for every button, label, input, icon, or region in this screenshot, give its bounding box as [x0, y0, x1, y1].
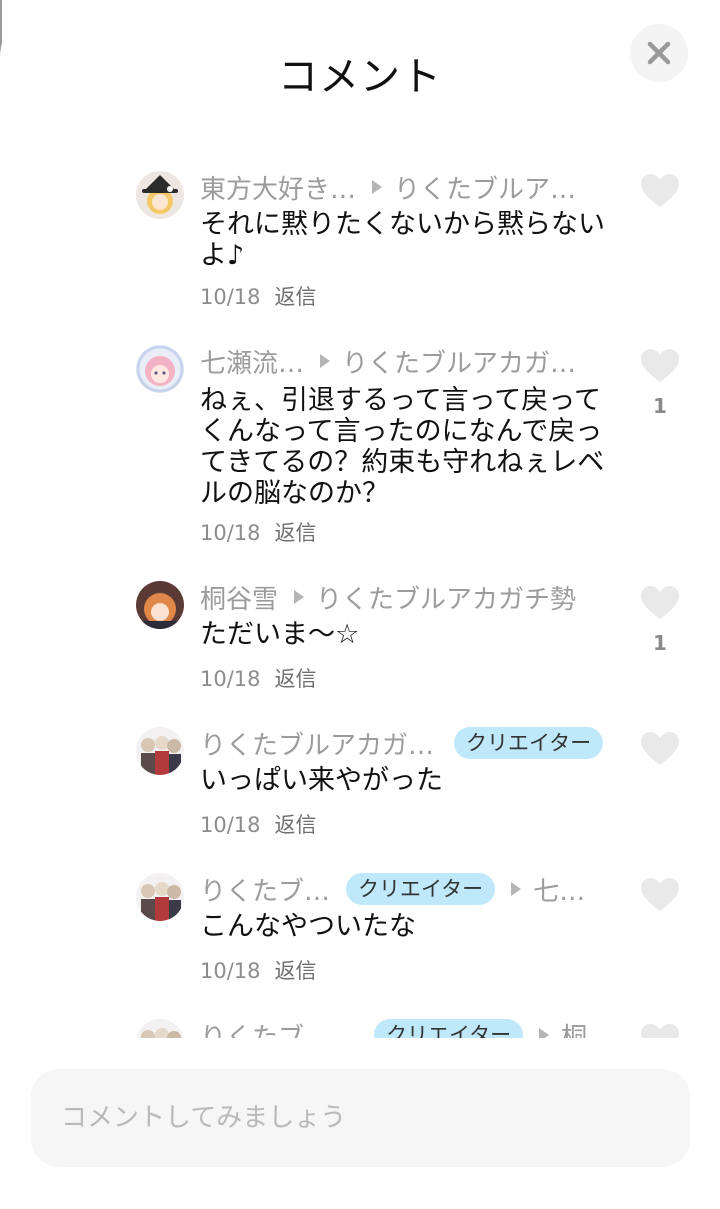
play-arrow-icon — [539, 1028, 550, 1038]
comment-input[interactable] — [31, 1069, 690, 1167]
like-button[interactable] — [640, 348, 680, 384]
comment-date: 10/18 — [200, 285, 261, 309]
comment-date: 10/18 — [200, 521, 261, 545]
comment-footer: 10/18 返信 — [200, 664, 317, 694]
like-button[interactable] — [640, 1023, 680, 1038]
author-name[interactable]: 東方大好き… — [200, 169, 356, 206]
play-arrow-icon — [372, 180, 383, 194]
comment-footer: 10/18 返信 — [200, 956, 317, 986]
avatar-group-art-image — [136, 727, 184, 775]
reply-to-name[interactable]: りくたブルアカガ… — [342, 343, 576, 380]
comment-date: 10/18 — [200, 959, 261, 983]
reply-button[interactable]: 返信 — [275, 959, 317, 983]
heart-icon — [641, 1024, 679, 1038]
sheet-title: コメント — [278, 54, 442, 100]
comment-meta: 東方大好き… りくたブルア… — [200, 167, 576, 207]
creator-badge: クリエイター — [346, 873, 496, 905]
comment-footer: 10/18 返信 — [200, 518, 317, 548]
author-name[interactable]: 七瀬流… — [200, 343, 304, 380]
heart-icon — [641, 586, 679, 619]
like-count: 1 — [653, 394, 667, 418]
author-name[interactable]: りくたブルアカガ… — [200, 725, 434, 762]
comment-input-box[interactable] — [31, 1069, 690, 1167]
avatar-orange-hair-image — [136, 581, 184, 629]
avatar-blonde-witch-image — [136, 171, 184, 219]
comment-footer: 10/18 返信 — [200, 810, 317, 840]
play-arrow-icon — [294, 590, 305, 604]
reply-to-name[interactable]: 七… — [533, 871, 585, 908]
author-name[interactable]: 桐谷雪 — [200, 579, 278, 616]
heart-icon — [641, 732, 679, 765]
comment-meta: 七瀬流… りくたブルアカガ… — [200, 341, 576, 381]
reply-button[interactable]: 返信 — [275, 667, 317, 691]
author-name[interactable]: りくたブ… — [200, 871, 330, 908]
heart-icon — [641, 174, 679, 207]
close-icon — [647, 41, 671, 65]
comment-text: ねぇ、引退するって言って戻ってくんなって言ったのになんで戻ってきてるの？約束も守… — [200, 385, 605, 509]
like-button[interactable] — [640, 731, 680, 767]
user-avatar[interactable] — [136, 171, 184, 219]
avatar-pink-hair-image — [136, 345, 184, 393]
like-button[interactable] — [640, 173, 680, 209]
user-avatar[interactable] — [136, 727, 184, 775]
reply-to-name[interactable]: りくたブルア… — [394, 169, 576, 206]
reply-button[interactable]: 返信 — [275, 285, 317, 309]
close-button[interactable] — [630, 24, 688, 82]
like-count: 1 — [653, 631, 667, 655]
comment-date: 10/18 — [200, 667, 261, 691]
user-avatar[interactable] — [136, 345, 184, 393]
reply-to-name[interactable]: 桐 — [561, 1017, 587, 1039]
comment-meta: 桐谷雪 りくたブルアカガチ勢 — [200, 577, 576, 617]
comment-text: ただいま〜☆ — [200, 619, 360, 650]
reply-to-name[interactable]: りくたブルアカガチ勢 — [316, 579, 576, 616]
reply-button[interactable]: 返信 — [275, 813, 317, 837]
heart-icon — [641, 349, 679, 382]
comment-meta: りくたブル… クリエイター 桐 — [200, 1015, 587, 1038]
comment-list[interactable]: 東方大好き… りくたブルア… それに黙りたくないから黙らないよ♪ 10/18 返信 — [0, 130, 720, 1038]
avatar-group-art-image — [136, 873, 184, 921]
comment-text: いっぱい来やがった — [200, 765, 443, 796]
author-name[interactable]: りくたブル… — [200, 1017, 340, 1039]
user-avatar[interactable] — [136, 873, 184, 921]
comment-text: こんなやついたな — [200, 911, 416, 942]
comment-footer: 10/18 返信 — [200, 282, 317, 312]
sheet-header: コメント — [0, 0, 720, 130]
user-avatar[interactable] — [136, 581, 184, 629]
like-button[interactable] — [640, 585, 680, 621]
comment-text: それに黙りたくないから黙らないよ♪ — [200, 209, 605, 271]
creator-badge: クリエイター — [454, 727, 604, 759]
comment-meta: りくたブルアカガ… クリエイター — [200, 723, 604, 763]
comment-date: 10/18 — [200, 813, 261, 837]
creator-badge: クリエイター — [374, 1019, 524, 1038]
like-button[interactable] — [640, 877, 680, 913]
comment-sheet: コメント 東方大好き… りくたブルア… それに黙りたくないから黙らないよ♪ 10… — [0, 0, 720, 1209]
avatar-group-art-image — [136, 1019, 184, 1038]
play-arrow-icon — [511, 882, 522, 896]
reply-button[interactable]: 返信 — [275, 521, 317, 545]
user-avatar[interactable] — [136, 1019, 184, 1038]
play-arrow-icon — [320, 354, 331, 368]
heart-icon — [641, 878, 679, 911]
comment-meta: りくたブ… クリエイター 七… — [200, 869, 585, 909]
